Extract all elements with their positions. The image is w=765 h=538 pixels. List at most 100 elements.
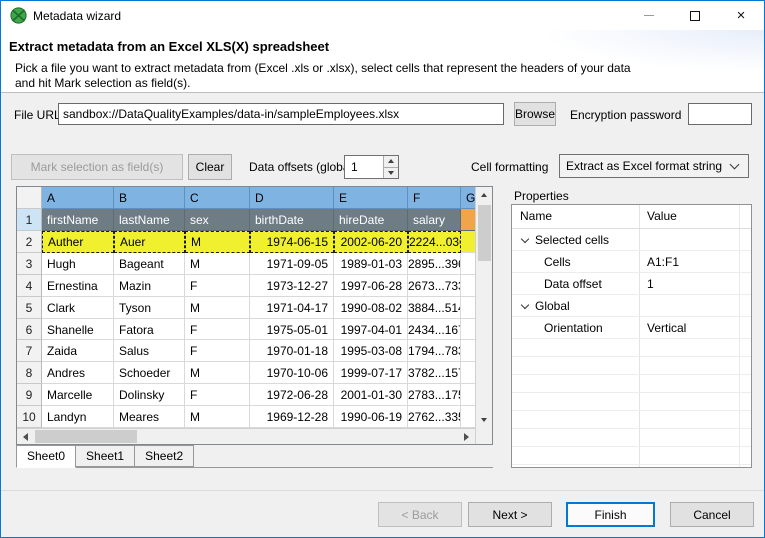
grid-cell[interactable]: 1971-09-05	[250, 253, 334, 275]
row-number-5[interactable]: 5	[17, 297, 42, 319]
row-number-2[interactable]: 2	[17, 231, 42, 253]
grid-cell[interactable]: Landyn	[42, 406, 114, 428]
file-url-input[interactable]	[58, 103, 504, 125]
grid-cell[interactable]: Bageant	[114, 253, 185, 275]
browse-button[interactable]: Browse	[514, 102, 556, 126]
grid-cell[interactable]: lastName	[114, 209, 185, 231]
column-header-g[interactable]: G	[461, 187, 475, 209]
grid-cell[interactable]: Shanelle	[42, 319, 114, 341]
horizontal-scrollbar-thumb[interactable]	[35, 430, 137, 443]
scroll-up-button[interactable]	[476, 187, 492, 203]
grid-cell[interactable]	[461, 209, 475, 231]
grid-cell[interactable]: birthDate	[250, 209, 334, 231]
sheet-tab-sheet2[interactable]: Sheet2	[135, 445, 194, 467]
grid-cell[interactable]: Schoeder	[114, 362, 185, 384]
grid-cell[interactable]: F	[185, 319, 250, 341]
grid-cell[interactable]: M	[185, 231, 250, 253]
grid-cell[interactable]: M	[185, 362, 250, 384]
grid-cell[interactable]: Tyson	[114, 297, 185, 319]
grid-cell[interactable]: 1974-06-15	[250, 231, 334, 253]
grid-cell[interactable]: 1990-06-19	[334, 406, 408, 428]
scroll-left-button[interactable]	[17, 429, 34, 444]
scroll-right-button[interactable]	[458, 429, 475, 444]
data-offsets-spinner[interactable]: 1	[344, 155, 399, 179]
row-number-10[interactable]: 10	[17, 406, 42, 428]
grid-cell[interactable]: 1997-04-01	[334, 319, 408, 341]
grid-cell[interactable]: 1989-01-03	[334, 253, 408, 275]
row-number-6[interactable]: 6	[17, 319, 42, 341]
property-row-selected-cells[interactable]: Selected cells	[512, 229, 751, 251]
grid-cell[interactable]: Mazin	[114, 275, 185, 297]
maximize-button[interactable]	[672, 1, 718, 30]
property-row-cells[interactable]: CellsA1:F1	[512, 251, 751, 273]
scroll-down-button[interactable]	[476, 412, 492, 428]
grid-cell[interactable]: salary	[408, 209, 461, 231]
vertical-scrollbar[interactable]	[475, 187, 492, 444]
title-bar[interactable]: Metadata wizard ×	[1, 1, 764, 30]
grid-cell[interactable]: F	[185, 340, 250, 362]
grid-cell[interactable]: M	[185, 406, 250, 428]
grid-cell[interactable]: 2673...733	[408, 275, 461, 297]
grid-cell[interactable]: 1969-12-28	[250, 406, 334, 428]
property-row-data-offset[interactable]: Data offset1	[512, 273, 751, 295]
grid-cell[interactable]	[461, 340, 475, 362]
grid-cell[interactable]: sex	[185, 209, 250, 231]
grid-cell[interactable]: 1970-01-18	[250, 340, 334, 362]
grid-cell[interactable]: 3782...1571	[408, 362, 461, 384]
grid-cell[interactable]: Meares	[114, 406, 185, 428]
grid-cell[interactable]: 2224...036	[408, 231, 461, 253]
grid-cell[interactable]	[461, 406, 475, 428]
grid-cell[interactable]: M	[185, 297, 250, 319]
grid-cell[interactable]: Marcelle	[42, 384, 114, 406]
grid-cell[interactable]: 1794...783	[408, 340, 461, 362]
spinner-down-button[interactable]	[384, 167, 398, 179]
row-number-8[interactable]: 8	[17, 362, 42, 384]
grid-cell[interactable]: 1975-05-01	[250, 319, 334, 341]
grid-cell[interactable]: 1995-03-08	[334, 340, 408, 362]
grid-cell[interactable]: 2001-01-30	[334, 384, 408, 406]
column-header-d[interactable]: D	[250, 187, 334, 209]
grid-cell[interactable]: 3884...5145	[408, 297, 461, 319]
column-header-f[interactable]: F	[408, 187, 461, 209]
grid-cell[interactable]: 1972-06-28	[250, 384, 334, 406]
encryption-password-input[interactable]	[688, 103, 752, 125]
expand-chevron-icon[interactable]	[521, 301, 529, 309]
grid-cell[interactable]: 1970-10-06	[250, 362, 334, 384]
grid-cell[interactable]: firstName	[42, 209, 114, 231]
grid-cell[interactable]: Fatora	[114, 319, 185, 341]
sheet-tab-sheet0[interactable]: Sheet0	[16, 445, 76, 468]
row-number-3[interactable]: 3	[17, 253, 42, 275]
grid-cell[interactable]: 1971-04-17	[250, 297, 334, 319]
grid-cell[interactable]: 1990-08-02	[334, 297, 408, 319]
row-number-9[interactable]: 9	[17, 384, 42, 406]
grid-cell[interactable]	[461, 297, 475, 319]
close-button[interactable]: ×	[718, 1, 764, 30]
grid-cell[interactable]: Salus	[114, 340, 185, 362]
sheet-tab-sheet1[interactable]: Sheet1	[76, 445, 135, 467]
grid-cell[interactable]: 1973-12-27	[250, 275, 334, 297]
grid-cell[interactable]	[461, 253, 475, 275]
grid-cell[interactable]: M	[185, 253, 250, 275]
grid-corner-cell[interactable]	[17, 187, 42, 209]
row-number-1[interactable]: 1	[17, 209, 42, 231]
cancel-button[interactable]: Cancel	[670, 502, 754, 527]
grid-cell[interactable]: 2895...396	[408, 253, 461, 275]
grid-cell[interactable]	[461, 231, 475, 253]
row-number-4[interactable]: 4	[17, 275, 42, 297]
column-header-c[interactable]: C	[185, 187, 250, 209]
grid-cell[interactable]: Ernestina	[42, 275, 114, 297]
grid-cell[interactable]: F	[185, 275, 250, 297]
column-header-e[interactable]: E	[334, 187, 408, 209]
grid-cell[interactable]	[461, 319, 475, 341]
row-number-7[interactable]: 7	[17, 340, 42, 362]
spinner-up-button[interactable]	[384, 156, 398, 167]
horizontal-scrollbar[interactable]	[17, 428, 475, 444]
grid-cell[interactable]: Andres	[42, 362, 114, 384]
grid-cell[interactable]	[461, 384, 475, 406]
grid-cell[interactable]: Clark	[42, 297, 114, 319]
next-button[interactable]: Next >	[468, 502, 552, 527]
grid-cell[interactable]: F	[185, 384, 250, 406]
grid-cell[interactable]	[461, 275, 475, 297]
grid-cell[interactable]	[461, 362, 475, 384]
grid-cell[interactable]: Zaida	[42, 340, 114, 362]
